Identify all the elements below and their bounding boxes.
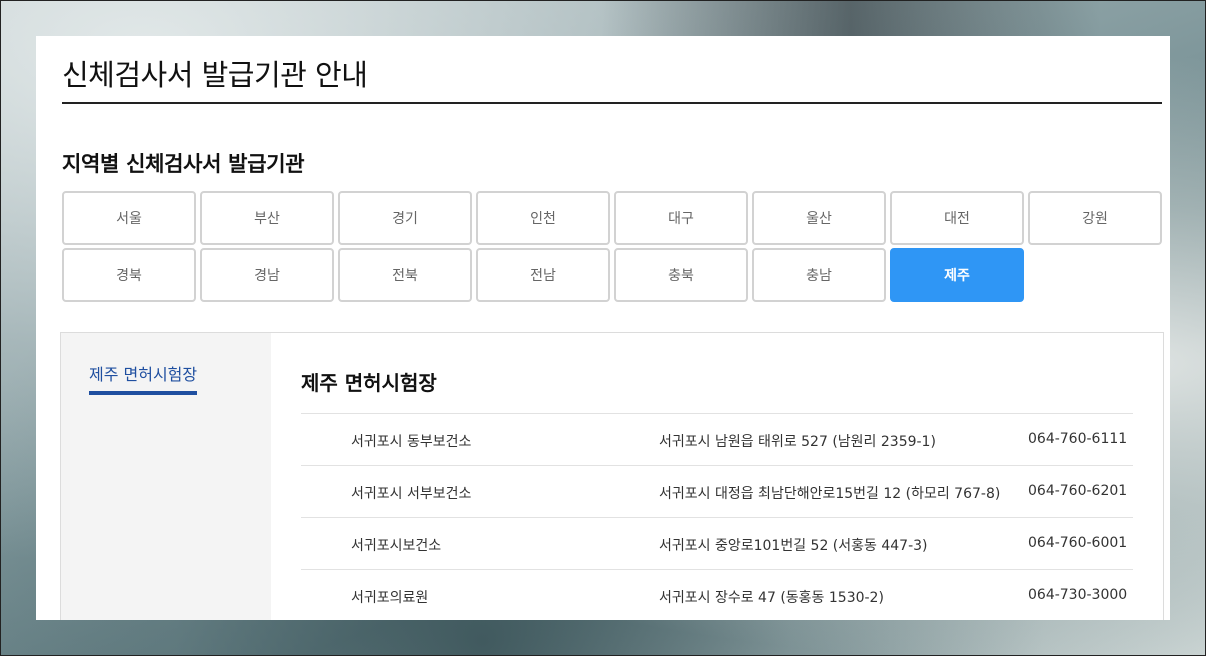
test-center-sidebar: 제주 면허시험장 [61, 333, 271, 620]
page-title: 신체검사서 발급기관 안내 [62, 58, 368, 92]
region-button-jeonbuk[interactable]: 전북 [338, 248, 472, 302]
institution-row: 서귀포시 동부보건소 서귀포시 남원읍 태위로 527 (남원리 2359-1)… [301, 413, 1133, 465]
region-detail-box: 제주 면허시험장 제주 면허시험장 서귀포시 동부보건소 서귀포시 남원읍 태위… [60, 332, 1164, 620]
institution-address: 서귀포시 남원읍 태위로 527 (남원리 2359-1) [659, 434, 936, 450]
institution-address: 서귀포시 장수로 47 (동홍동 1530-2) [659, 590, 884, 606]
institution-name: 서귀포의료원 [351, 590, 429, 606]
institution-name: 서귀포시 동부보건소 [351, 434, 472, 450]
institution-phone: 064-760-6001 [1028, 535, 1128, 551]
region-button-seoul[interactable]: 서울 [62, 191, 196, 245]
institution-address: 서귀포시 대정읍 최남단해안로15번길 12 (하모리 767-8) [659, 486, 1001, 502]
region-button-gyeongnam[interactable]: 경남 [200, 248, 334, 302]
region-button-incheon[interactable]: 인천 [476, 191, 610, 245]
region-button-gangwon[interactable]: 강원 [1028, 191, 1162, 245]
region-button-gyeongbuk[interactable]: 경북 [62, 248, 196, 302]
region-button-chungnam[interactable]: 충남 [752, 248, 886, 302]
region-button-daegu[interactable]: 대구 [614, 191, 748, 245]
test-center-title: 제주 면허시험장 [301, 371, 437, 395]
info-panel: 신체검사서 발급기관 안내 지역별 신체검사서 발급기관 서울 부산 경기 인천… [36, 36, 1170, 620]
institution-row: 서귀포의료원 서귀포시 장수로 47 (동홍동 1530-2) 064-730-… [301, 569, 1133, 620]
sidebar-tab-jeju-test-center[interactable]: 제주 면허시험장 [89, 361, 198, 395]
institution-row: 서귀포시보건소 서귀포시 중앙로101번길 52 (서홍동 447-3) 064… [301, 517, 1133, 569]
institution-name: 서귀포시 서부보건소 [351, 486, 472, 502]
institution-name: 서귀포시보건소 [351, 538, 442, 554]
background-streak [601, 1, 1101, 37]
section-title: 지역별 신체검사서 발급기관 [62, 152, 305, 176]
region-button-busan[interactable]: 부산 [200, 191, 334, 245]
region-button-ulsan[interactable]: 울산 [752, 191, 886, 245]
institution-list: 서귀포시 동부보건소 서귀포시 남원읍 태위로 527 (남원리 2359-1)… [301, 413, 1133, 620]
institution-row: 서귀포시 서부보건소 서귀포시 대정읍 최남단해안로15번길 12 (하모리 7… [301, 465, 1133, 517]
region-button-jeju[interactable]: 제주 [890, 248, 1024, 302]
institution-phone: 064-760-6111 [1028, 431, 1128, 447]
region-button-jeonnam[interactable]: 전남 [476, 248, 610, 302]
institution-phone: 064-760-6201 [1028, 483, 1128, 499]
institution-address: 서귀포시 중앙로101번길 52 (서홍동 447-3) [659, 538, 928, 554]
title-divider [62, 102, 1162, 104]
region-button-chungbuk[interactable]: 충북 [614, 248, 748, 302]
region-button-gyeonggi[interactable]: 경기 [338, 191, 472, 245]
institution-phone: 064-730-3000 [1028, 587, 1128, 603]
region-button-daejeon[interactable]: 대전 [890, 191, 1024, 245]
